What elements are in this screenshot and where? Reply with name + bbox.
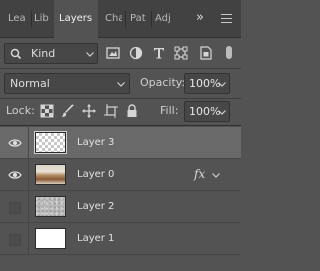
visibility-separator (28, 223, 29, 254)
lock-label: Lock: (6, 104, 35, 117)
chevron-down-icon[interactable] (212, 173, 220, 178)
eye-icon[interactable] (8, 138, 22, 148)
layer-name[interactable]: Layer 1 (77, 223, 114, 254)
double-chevron-right-icon[interactable]: » (192, 0, 208, 37)
layer-name[interactable]: Layer 0 (77, 159, 114, 190)
blend-mode-select[interactable]: Normal (4, 73, 130, 94)
chevron-down-icon (218, 110, 226, 115)
lock-position-icon[interactable] (82, 104, 96, 118)
chevron-down-icon (86, 52, 94, 57)
fill-value: 100% (189, 105, 221, 118)
visibility-separator (28, 127, 29, 158)
divider (0, 68, 241, 69)
tab-separator (125, 11, 126, 27)
tab-libraries[interactable]: Lib (34, 0, 50, 37)
opacity-value: 100% (189, 77, 221, 90)
filter-toggle-switch[interactable] (226, 46, 232, 59)
smart-object-filter-icon[interactable] (199, 46, 213, 60)
tab-learn[interactable]: Lea (8, 0, 28, 37)
tab-adjustments[interactable]: Adj (155, 0, 172, 37)
layer-row[interactable]: Layer 2 (0, 191, 241, 223)
hamburger-menu-icon[interactable] (221, 14, 232, 23)
eye-icon[interactable] (8, 170, 22, 180)
chevron-down-icon (218, 82, 226, 87)
tab-separator (151, 11, 152, 27)
tab-paths[interactable]: Pat (130, 0, 149, 37)
layer-thumbnail (35, 164, 66, 185)
tab-separator (31, 11, 32, 27)
opacity-label: Opacity: (140, 76, 186, 89)
filter-kind-label: Kind (31, 47, 56, 60)
fill-field[interactable]: 100% (184, 101, 230, 122)
tab-channels[interactable]: Cha (105, 0, 122, 37)
opacity-field[interactable]: 100% (184, 73, 230, 94)
layer-name[interactable]: Layer 3 (77, 127, 114, 158)
lock-artboard-icon[interactable] (104, 104, 118, 118)
fill-label: Fill: (160, 104, 179, 117)
lock-image-pixels-icon[interactable] (61, 104, 75, 118)
layer-thumbnail (34, 131, 67, 154)
layers-list: Layer 3 Layer 0 fx Layer 2 Layer 1 (0, 126, 241, 271)
adjustment-filter-icon[interactable] (129, 46, 143, 60)
visibility-toggle-empty[interactable] (9, 202, 21, 214)
type-filter-icon[interactable] (152, 46, 166, 60)
layers-panel: Lea Lib Layers Cha Pat Adj » Kind Normal… (0, 0, 241, 271)
layer-thumbnail (35, 196, 66, 217)
filter-kind-select[interactable]: Kind (4, 43, 98, 64)
tab-layers[interactable]: Layers (54, 0, 98, 38)
layer-thumbnail (35, 228, 66, 249)
divider (0, 98, 241, 99)
visibility-separator (28, 191, 29, 222)
shape-filter-icon[interactable] (174, 46, 188, 60)
layer-name[interactable]: Layer 2 (77, 191, 114, 222)
blend-mode-value: Normal (10, 77, 50, 90)
panel-tab-bar: Lea Lib Layers Cha Pat Adj » (0, 0, 241, 38)
visibility-separator (28, 159, 29, 190)
chevron-down-icon (117, 82, 125, 87)
layer-row[interactable]: Layer 1 (0, 223, 241, 255)
visibility-toggle-empty[interactable] (9, 234, 21, 246)
lock-transparent-pixels-icon[interactable] (40, 104, 54, 118)
fx-badge[interactable]: fx (194, 167, 205, 181)
layer-row[interactable]: Layer 0 fx (0, 159, 241, 191)
image-filter-icon[interactable] (106, 46, 120, 60)
search-icon (10, 48, 22, 60)
lock-all-icon[interactable] (125, 104, 139, 118)
layer-row[interactable]: Layer 3 (0, 127, 241, 159)
